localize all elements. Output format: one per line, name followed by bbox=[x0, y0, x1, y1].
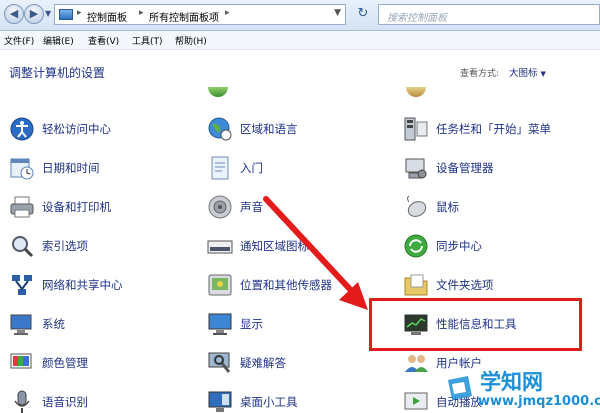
breadcrumb-control-panel[interactable]: 控制面板 bbox=[87, 9, 127, 24]
network-icon bbox=[12, 275, 32, 295]
item-label[interactable]: 区域和语言 bbox=[240, 121, 298, 137]
item-label[interactable]: 索引选项 bbox=[42, 238, 88, 254]
address-dropdown-icon[interactable]: ▼ bbox=[334, 8, 341, 18]
breadcrumb-separator[interactable]: ▸ bbox=[225, 8, 230, 18]
search-input[interactable]: 搜索控制面板 bbox=[378, 4, 600, 25]
item-label[interactable]: 轻松访问中心 bbox=[42, 121, 111, 137]
device-manager-icon bbox=[405, 158, 427, 179]
partial-icon bbox=[406, 87, 426, 97]
arrow-left-icon: ◀ bbox=[9, 7, 19, 20]
computer-icon bbox=[10, 314, 32, 335]
monitor-icon bbox=[208, 313, 232, 335]
item-label[interactable]: 桌面小工具 bbox=[240, 394, 298, 410]
autoplay-icon bbox=[404, 392, 428, 410]
watermark-title: 学知网 bbox=[480, 370, 543, 394]
view-by-label: 查看方式: bbox=[460, 69, 500, 79]
calendar-clock-icon bbox=[10, 158, 34, 180]
item-label[interactable]: 设备管理器 bbox=[436, 160, 494, 176]
users-icon bbox=[405, 355, 428, 372]
view-by-value[interactable]: 大图标 bbox=[509, 68, 538, 79]
speaker-icon bbox=[208, 195, 232, 219]
sensor-device-icon bbox=[208, 274, 232, 296]
item-label[interactable]: 语音识别 bbox=[42, 394, 88, 410]
arrow-right-icon: ▶ bbox=[29, 7, 39, 20]
highlight-box bbox=[369, 298, 582, 351]
item-label[interactable]: 任务栏和「开始」菜单 bbox=[436, 121, 551, 137]
chevron-down-icon[interactable]: ▼ bbox=[541, 70, 546, 78]
menu-file[interactable]: 文件(F) bbox=[4, 34, 34, 47]
menu-help[interactable]: 帮助(H) bbox=[175, 34, 207, 47]
menu-edit[interactable]: 编辑(E) bbox=[43, 34, 74, 47]
folder-icon bbox=[404, 274, 428, 296]
breadcrumb[interactable]: ▸ 控制面板 ▸ 所有控制面板项 ▸ ▼ bbox=[54, 4, 346, 25]
watermark: 学知网 www.jmqz1000.com bbox=[440, 366, 600, 413]
watermark-logo-icon bbox=[448, 376, 472, 400]
breadcrumb-separator[interactable]: ▸ bbox=[139, 8, 144, 18]
item-label[interactable]: 疑难解答 bbox=[240, 355, 286, 371]
view-by-select[interactable]: 大图标 ▼ bbox=[509, 65, 546, 79]
item-label[interactable]: 日期和时间 bbox=[42, 160, 100, 176]
taskbar-icon bbox=[207, 240, 233, 254]
item-label[interactable]: 设备和打印机 bbox=[42, 199, 111, 215]
refresh-icon: ↻ bbox=[357, 6, 369, 21]
item-label[interactable]: 位置和其他传感器 bbox=[240, 277, 332, 293]
mouse-icon bbox=[407, 195, 427, 217]
item-label[interactable]: 同步中心 bbox=[436, 238, 482, 254]
item-label[interactable]: 通知区域图标 bbox=[240, 238, 309, 254]
refresh-button[interactable]: ↻ bbox=[354, 6, 372, 24]
menu-view[interactable]: 查看(V) bbox=[88, 34, 119, 47]
item-label[interactable]: 文件夹选项 bbox=[436, 277, 494, 293]
partial-icon bbox=[208, 87, 228, 97]
taskbar-start-icon bbox=[404, 117, 428, 141]
forward-button[interactable]: ▶ bbox=[24, 4, 44, 24]
back-button[interactable]: ◀ bbox=[4, 4, 24, 24]
ease-of-access-icon bbox=[10, 117, 34, 141]
item-label[interactable]: 系统 bbox=[42, 316, 65, 332]
page-title: 调整计算机的设置 bbox=[9, 66, 106, 80]
address-bar: ◀ ▶ ▼ ▸ 控制面板 ▸ 所有控制面板项 ▸ ▼ ↻ 搜索控制面板 bbox=[0, 0, 600, 31]
sync-icon bbox=[404, 234, 428, 258]
watermark-url: www.jmqz1000.com bbox=[478, 394, 600, 409]
control-panel-icon bbox=[59, 9, 73, 20]
globe-clock-icon bbox=[208, 117, 232, 141]
gadgets-icon bbox=[208, 391, 232, 412]
recent-pages-dropdown[interactable]: ▼ bbox=[45, 9, 51, 18]
menu-bar: 文件(F) 编辑(E) 查看(V) 工具(T) 帮助(H) bbox=[0, 31, 600, 50]
troubleshoot-icon bbox=[208, 352, 231, 373]
breadcrumb-all-items[interactable]: 所有控制面板项 bbox=[149, 9, 219, 24]
item-label[interactable]: 显示 bbox=[240, 316, 263, 332]
item-label[interactable]: 入门 bbox=[240, 160, 263, 176]
printer-icon bbox=[10, 196, 34, 218]
microphone-icon bbox=[14, 390, 30, 413]
item-label[interactable]: 鼠标 bbox=[436, 199, 459, 215]
item-label[interactable]: 网络和共享中心 bbox=[42, 277, 123, 293]
magnifier-icon bbox=[12, 236, 34, 258]
item-label[interactable]: 颜色管理 bbox=[42, 355, 88, 371]
color-monitor-icon bbox=[10, 353, 32, 369]
breadcrumb-separator[interactable]: ▸ bbox=[77, 8, 82, 18]
document-icon bbox=[211, 156, 229, 180]
menu-tools[interactable]: 工具(T) bbox=[132, 34, 163, 47]
item-label[interactable]: 声音 bbox=[240, 199, 263, 215]
